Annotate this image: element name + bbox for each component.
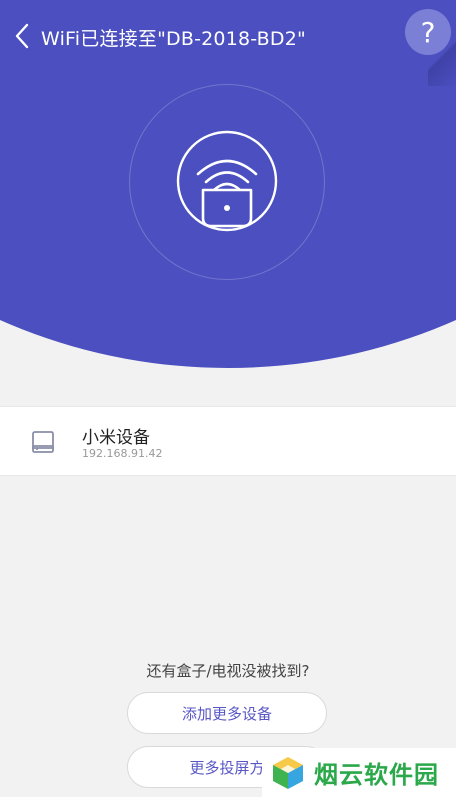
- help-icon: ?: [420, 15, 436, 49]
- add-more-devices-label: 添加更多设备: [181, 704, 272, 723]
- wifi-cast-icon: [176, 130, 278, 232]
- page-title: WiFi已连接至"DB-2018-BD2": [41, 28, 306, 50]
- watermark-text: 烟云软件园: [314, 761, 439, 789]
- device-list-item[interactable]: 小米设备 192.168.91.42: [0, 406, 456, 476]
- hero-banner: WiFi已连接至"DB-2018-BD2" ?: [0, 0, 456, 370]
- add-more-devices-button[interactable]: 添加更多设备: [127, 692, 327, 734]
- back-button[interactable]: [8, 20, 36, 52]
- not-found-prompt: 还有盒子/电视没被找到?: [146, 662, 310, 680]
- watermark: 烟云软件园: [262, 748, 456, 797]
- top-bar: WiFi已连接至"DB-2018-BD2" ?: [0, 0, 456, 86]
- device-ip: 192.168.91.42: [82, 447, 163, 460]
- help-button[interactable]: ?: [405, 9, 451, 55]
- cube-logo-icon: [273, 756, 303, 789]
- chevron-left-icon: [15, 23, 29, 49]
- device-name: 小米设备: [82, 428, 150, 448]
- tv-box-icon: [32, 431, 54, 453]
- more-cast-methods-label: 更多投屏方: [189, 758, 265, 777]
